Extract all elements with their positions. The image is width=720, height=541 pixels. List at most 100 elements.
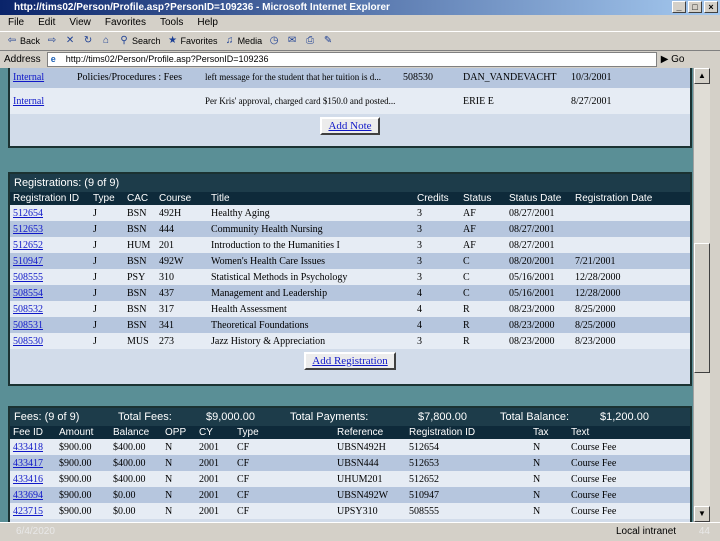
status-page-number: 44 bbox=[698, 526, 710, 537]
column-header: Type bbox=[90, 192, 124, 205]
cell: Statistical Methods in Psychology bbox=[208, 269, 414, 285]
registration-id-link[interactable]: 508532 bbox=[13, 304, 43, 315]
cell: $0.00 bbox=[110, 487, 162, 503]
media-button[interactable]: ♫ Media bbox=[224, 35, 262, 47]
fee-id-link[interactable]: 433694 bbox=[13, 490, 43, 501]
back-button[interactable]: ⇦ Back bbox=[6, 35, 40, 47]
cell: $400.00 bbox=[110, 471, 162, 487]
print-button[interactable]: ⎙ bbox=[304, 35, 316, 47]
cell: N bbox=[530, 503, 568, 519]
minimize-button[interactable]: _ bbox=[672, 1, 686, 13]
cell: 08/27/2001 bbox=[506, 205, 572, 221]
cell: N bbox=[162, 503, 196, 519]
registration-id-link[interactable]: 508555 bbox=[13, 272, 43, 283]
cell: 2001 bbox=[196, 503, 234, 519]
fees-panel: Fees: (9 of 9) Total Fees: $9,000.00 Tot… bbox=[8, 406, 692, 522]
cell: 437 bbox=[156, 285, 208, 301]
fee-id-link[interactable]: 433418 bbox=[13, 442, 43, 453]
cell: Course Fee bbox=[568, 455, 690, 471]
table-row: 512653 J BSN 444 Community Health Nursing 3 AF… bbox=[10, 221, 690, 237]
cell: N bbox=[530, 471, 568, 487]
status-date: 6/4/2020 bbox=[16, 526, 55, 537]
menu-favorites[interactable]: Favorites bbox=[105, 15, 146, 31]
edit-button[interactable]: ✎ bbox=[322, 35, 334, 47]
vertical-scrollbar[interactable]: ▲ ▼ bbox=[693, 68, 710, 522]
registration-id-link[interactable]: 512654 bbox=[13, 208, 43, 219]
address-input[interactable]: http://tims02/Person/Profile.asp?PersonI… bbox=[46, 52, 657, 67]
address-label: Address bbox=[4, 54, 41, 65]
cell: 7/21/2001 bbox=[572, 253, 690, 269]
menu-view[interactable]: View bbox=[69, 15, 91, 31]
registration-id-link[interactable]: 512652 bbox=[13, 240, 43, 251]
cell: UBSN492W bbox=[334, 487, 406, 503]
stop-button[interactable]: ✕ bbox=[64, 35, 76, 47]
search-button[interactable]: ⚲ Search bbox=[118, 35, 160, 47]
note-user: ERIE E bbox=[460, 88, 568, 114]
history-button[interactable]: ◷ bbox=[268, 35, 280, 47]
menu-tools[interactable]: Tools bbox=[160, 15, 183, 31]
cell: 508555 bbox=[406, 503, 530, 519]
close-button[interactable]: × bbox=[704, 1, 718, 13]
forward-button[interactable]: ⇨ bbox=[46, 35, 58, 47]
cell: 05/16/2001 bbox=[506, 285, 572, 301]
note-link[interactable]: Internal bbox=[13, 72, 44, 83]
table-row: 508555 J PSY 310 Statistical Methods in Psyc… bbox=[10, 269, 690, 285]
table-row: 433418 $900.00 $400.00 N 2001 CF UBSN492H 51265… bbox=[10, 439, 690, 455]
cell: N bbox=[530, 487, 568, 503]
cell: AF bbox=[460, 237, 506, 253]
fee-id-link[interactable]: 433417 bbox=[13, 458, 43, 469]
cell: J bbox=[90, 317, 124, 333]
cell: J bbox=[90, 269, 124, 285]
fee-id-link[interactable]: 423715 bbox=[13, 506, 43, 517]
table-row: Internal Policies/Procedures : Fees left… bbox=[10, 68, 690, 88]
registrations-table: Registration ID Type CAC Course Title Cr… bbox=[10, 192, 690, 349]
menu-edit[interactable]: Edit bbox=[38, 15, 55, 31]
cell: 4 bbox=[414, 285, 460, 301]
registrations-title: Registrations: (9 of 9) bbox=[10, 174, 690, 192]
cell: 3 bbox=[414, 333, 460, 349]
cell: $900.00 bbox=[56, 439, 110, 455]
scroll-down-arrow-icon[interactable]: ▼ bbox=[694, 506, 710, 522]
mail-button[interactable]: ✉ bbox=[286, 35, 298, 47]
cell: PSY bbox=[124, 269, 156, 285]
registration-id-link[interactable]: 512653 bbox=[13, 224, 43, 235]
cell: UBSN444 bbox=[334, 455, 406, 471]
cell: N bbox=[530, 455, 568, 471]
cell: 08/23/2000 bbox=[506, 333, 572, 349]
registration-id-link[interactable]: 508531 bbox=[13, 320, 43, 331]
cell: Management and Leadership bbox=[208, 285, 414, 301]
favorites-button[interactable]: ★ Favorites bbox=[167, 35, 218, 47]
status-zone: Local intranet bbox=[616, 526, 677, 537]
cell: UHUM201 bbox=[334, 471, 406, 487]
cell: N bbox=[162, 471, 196, 487]
total-balance-value: $1,200.00 bbox=[600, 411, 649, 423]
registration-id-link[interactable]: 508530 bbox=[13, 336, 43, 347]
cell: 492H bbox=[156, 205, 208, 221]
note-id bbox=[400, 88, 460, 114]
menu-help[interactable]: Help bbox=[197, 15, 218, 31]
column-header: Text bbox=[568, 426, 690, 439]
cell bbox=[572, 221, 690, 237]
registration-id-link[interactable]: 508554 bbox=[13, 288, 43, 299]
note-date: 10/3/2001 bbox=[568, 68, 690, 88]
refresh-button[interactable]: ↻ bbox=[82, 35, 94, 47]
add-note-button[interactable]: Add Note bbox=[320, 117, 380, 135]
cell: CF bbox=[234, 455, 334, 471]
fee-id-link[interactable]: 433416 bbox=[13, 474, 43, 485]
maximize-button[interactable]: □ bbox=[688, 1, 702, 13]
home-icon: ⌂ bbox=[102, 35, 110, 46]
stop-icon: ✕ bbox=[65, 35, 75, 46]
cell: Community Health Nursing bbox=[208, 221, 414, 237]
menu-file[interactable]: File bbox=[8, 15, 24, 31]
registration-id-link[interactable]: 510947 bbox=[13, 256, 43, 267]
cell: Jazz History & Appreciation bbox=[208, 333, 414, 349]
cell: 08/20/2001 bbox=[506, 253, 572, 269]
go-button[interactable]: ▶ Go bbox=[661, 54, 685, 65]
add-registration-button[interactable]: Add Registration bbox=[304, 352, 396, 370]
cell: 444 bbox=[156, 221, 208, 237]
scroll-up-arrow-icon[interactable]: ▲ bbox=[694, 68, 710, 84]
note-link[interactable]: Internal bbox=[13, 96, 44, 107]
cell: Health Assessment bbox=[208, 301, 414, 317]
home-button[interactable]: ⌂ bbox=[100, 35, 112, 47]
scroll-thumb[interactable] bbox=[694, 243, 710, 373]
